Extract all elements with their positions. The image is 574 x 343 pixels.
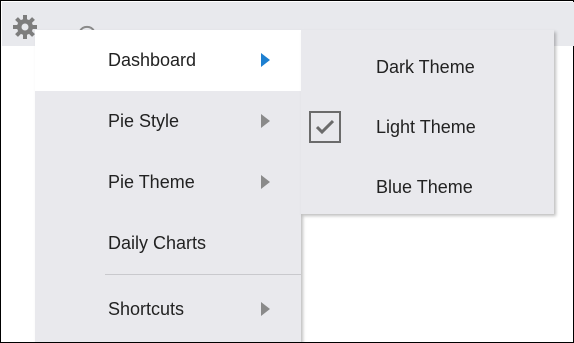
menu-item-label: Pie Style — [108, 111, 180, 131]
menu-item-label: Dashboard — [108, 50, 197, 70]
dashboard-submenu: Dark Theme Light Theme Blue Theme — [301, 30, 554, 214]
checkmark-icon — [309, 111, 341, 143]
submenu-arrow-icon — [261, 114, 270, 128]
submenu-arrow-icon — [261, 175, 270, 189]
menu-divider — [105, 274, 301, 275]
submenu-item-label: Blue Theme — [376, 177, 473, 197]
menu-item-label: Shortcuts — [108, 299, 185, 319]
menu-item-pie-style[interactable]: Pie Style — [35, 91, 301, 152]
submenu-item-dark-theme[interactable]: Dark Theme — [301, 37, 554, 98]
submenu-item-light-theme[interactable]: Light Theme — [301, 97, 554, 158]
submenu-item-label: Dark Theme — [376, 57, 475, 77]
context-menu: Dashboard Pie Style Pie Theme Daily Char… — [35, 30, 301, 342]
window-frame: Dashboard Pie Style Pie Theme Daily Char… — [0, 0, 574, 343]
menu-item-label: Daily Charts — [108, 233, 207, 253]
menu-item-label: Pie Theme — [108, 172, 195, 192]
submenu-arrow-icon — [261, 53, 270, 67]
menu-item-dashboard[interactable]: Dashboard — [35, 30, 301, 91]
submenu-item-blue-theme[interactable]: Blue Theme — [301, 157, 554, 218]
menu-item-pie-theme[interactable]: Pie Theme — [35, 152, 301, 213]
submenu-item-label: Light Theme — [376, 117, 476, 137]
submenu-arrow-icon — [261, 302, 270, 316]
menu-item-shortcuts[interactable]: Shortcuts — [35, 279, 301, 340]
menu-item-daily-charts[interactable]: Daily Charts — [35, 213, 301, 274]
